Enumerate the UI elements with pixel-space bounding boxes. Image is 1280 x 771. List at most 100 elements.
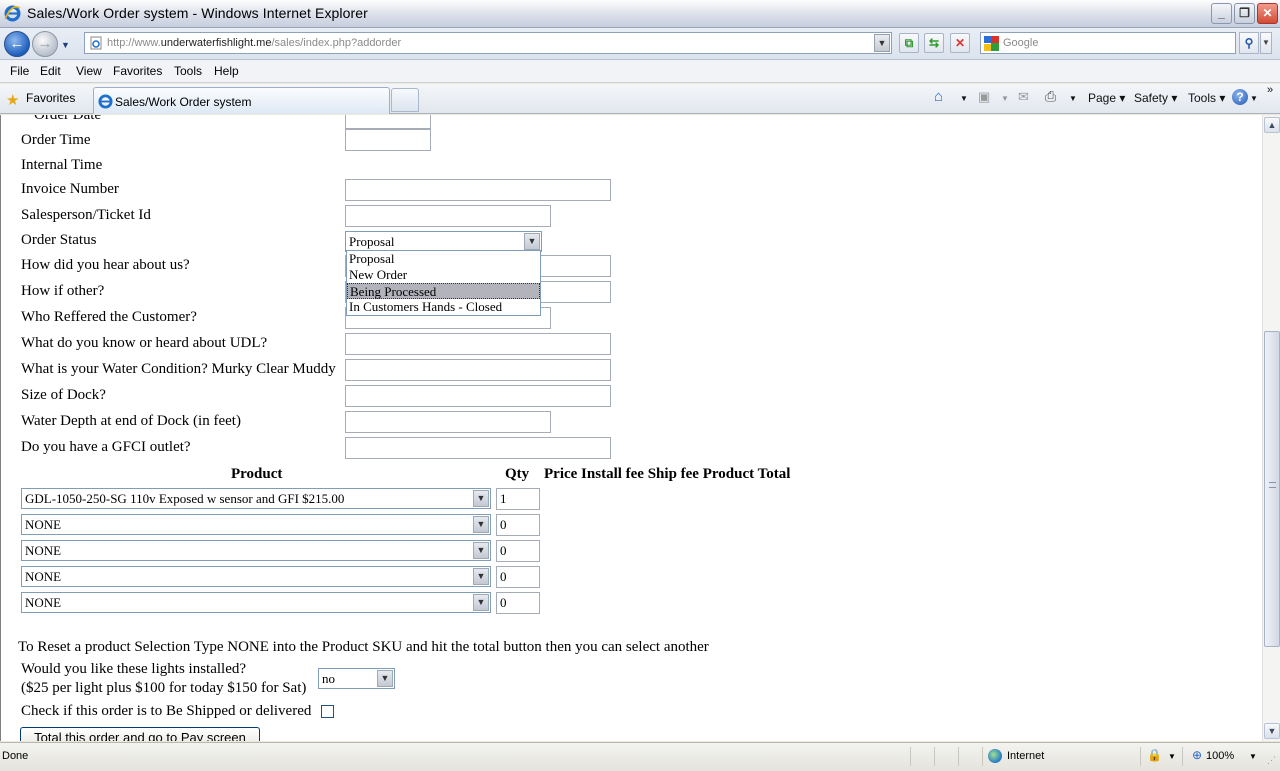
tab-ie-icon — [98, 94, 113, 109]
qty-input-1[interactable]: 1 — [496, 488, 540, 510]
home-dropdown[interactable]: ▼ — [960, 94, 968, 103]
salesperson-input[interactable] — [345, 205, 551, 227]
order-time-input[interactable] — [345, 129, 431, 151]
status-text: Done — [2, 750, 29, 762]
install-select[interactable]: no ▼ — [318, 668, 395, 689]
order-status-option[interactable]: In Customers Hands - Closed — [347, 299, 540, 315]
magnifier-icon: ⚲ — [1244, 36, 1254, 50]
status-bar: Done Internet 🔒 ▼ ⊕ 100% ▼ ⋰ — [0, 742, 1280, 771]
scrollbar-thumb[interactable] — [1264, 331, 1280, 647]
resize-grip-icon[interactable]: ⋰ — [1267, 755, 1276, 766]
qty-input-5[interactable]: 0 — [496, 592, 540, 614]
order-status-option[interactable]: New Order — [347, 267, 540, 283]
favorites-button[interactable]: Favorites — [26, 91, 75, 105]
protected-mode-dropdown[interactable]: ▼ — [1168, 752, 1176, 761]
page-content: Order Date Order Time Internal Time Invo… — [0, 115, 1262, 741]
order-status-select[interactable]: Proposal ▼ — [345, 231, 542, 252]
menu-favorites[interactable]: Favorites — [113, 64, 162, 78]
order-status-option[interactable]: Proposal — [347, 251, 540, 267]
menu-tools[interactable]: Tools — [174, 64, 202, 78]
zoom-dropdown[interactable]: ▼ — [1249, 752, 1257, 761]
print-icon[interactable]: ⎙ — [1045, 88, 1056, 105]
install-question: Would you like these lights installed? — [21, 661, 247, 677]
chevron-down-icon[interactable]: ▼ — [473, 594, 489, 611]
order-status-option-highlighted[interactable]: Being Processed — [347, 283, 540, 299]
product-value: NONE — [25, 595, 62, 610]
order-date-input[interactable] — [345, 115, 431, 129]
scroll-up-arrow-icon[interactable]: ▲ — [1264, 117, 1280, 133]
security-zone[interactable]: Internet — [1007, 750, 1044, 762]
know-about-udl-input[interactable] — [345, 333, 611, 355]
protected-mode-lock-icon[interactable]: 🔒 — [1147, 748, 1162, 762]
product-select-3[interactable]: NONE ▼ — [21, 540, 491, 561]
close-window-button[interactable]: ✕ — [1257, 3, 1278, 24]
safety-menu[interactable]: Safety ▾ — [1134, 91, 1177, 105]
help-icon[interactable]: ? — [1232, 89, 1248, 105]
water-condition-input[interactable] — [345, 359, 611, 381]
product-select-2[interactable]: NONE ▼ — [21, 514, 491, 535]
product-select-5[interactable]: NONE ▼ — [21, 592, 491, 613]
refresh-button[interactable]: ⇆ — [924, 33, 944, 53]
header-price-fees-total: Price Install fee Ship fee Product Total — [544, 466, 791, 482]
label-invoice-number: Invoice Number — [21, 181, 119, 197]
print-dropdown[interactable]: ▼ — [1069, 94, 1077, 103]
label-know-about-udl: What do you know or heard about UDL? — [21, 335, 268, 351]
chevron-down-icon[interactable]: ▼ — [473, 542, 489, 559]
feeds-icon[interactable]: ▣ — [978, 89, 990, 105]
water-depth-input[interactable] — [345, 411, 551, 433]
tools-menu[interactable]: Tools ▾ — [1188, 91, 1225, 105]
total-order-button[interactable]: Total this order and go to Pay screen — [20, 727, 260, 741]
address-url[interactable]: http://www.underwaterfishlight.me/sales/… — [107, 37, 401, 49]
read-mail-icon[interactable]: ✉ — [1018, 89, 1029, 105]
menu-edit[interactable]: Edit — [40, 64, 61, 78]
scroll-down-arrow-icon[interactable]: ▼ — [1264, 723, 1280, 739]
chevron-down-icon[interactable]: ▼ — [524, 233, 540, 250]
zoom-level[interactable]: 100% — [1206, 750, 1234, 762]
address-dropdown-button[interactable]: ▼ — [874, 34, 890, 52]
product-select-1[interactable]: GDL-1050-250-SG 110v Exposed w sensor an… — [21, 488, 491, 509]
address-bar[interactable]: http://www.underwaterfishlight.me/sales/… — [84, 32, 892, 54]
chevron-down-icon[interactable]: ▼ — [473, 516, 489, 533]
search-button[interactable]: ⚲ — [1239, 32, 1259, 54]
stop-button[interactable]: ✕ — [950, 33, 970, 53]
gfci-outlet-input[interactable] — [345, 437, 611, 459]
url-prefix: http://www. — [107, 37, 161, 49]
product-select-4[interactable]: NONE ▼ — [21, 566, 491, 587]
back-button[interactable]: ← — [4, 31, 30, 57]
ship-checkbox[interactable] — [321, 705, 334, 718]
menu-file[interactable]: File — [10, 64, 29, 78]
search-box[interactable]: Google — [980, 32, 1236, 54]
help-dropdown[interactable]: ▼ — [1250, 94, 1258, 103]
qty-input-4[interactable]: 0 — [496, 566, 540, 588]
more-commands-chevron-icon[interactable]: » — [1267, 84, 1273, 96]
new-tab-button[interactable] — [391, 88, 419, 112]
page-menu-label: Page — [1088, 91, 1117, 105]
vertical-scrollbar[interactable]: ▲ ▼ — [1262, 115, 1280, 741]
url-path: /sales/index.php?addorder — [271, 37, 402, 49]
qty-input-3[interactable]: 0 — [496, 540, 540, 562]
label-internal-time: Internal Time — [21, 157, 103, 173]
internet-zone-globe-icon — [988, 749, 1002, 763]
grip-icon — [1269, 482, 1276, 488]
page-menu[interactable]: Page ▾ — [1088, 91, 1125, 105]
compatibility-view-button[interactable]: ⧉ — [899, 33, 919, 53]
chevron-down-icon[interactable]: ▼ — [473, 568, 489, 585]
restore-button[interactable]: ❐ — [1234, 3, 1255, 24]
page-icon — [90, 36, 102, 50]
minimize-button[interactable]: _ — [1211, 3, 1232, 24]
menu-view[interactable]: View — [76, 64, 102, 78]
ie-logo-icon — [4, 5, 21, 22]
invoice-number-input[interactable] — [345, 179, 611, 201]
tab-sales-work-order[interactable]: Sales/Work Order system — [93, 87, 390, 114]
forward-button[interactable]: → — [32, 31, 58, 57]
product-value: NONE — [25, 569, 62, 584]
recent-pages-dropdown[interactable]: ▼ — [61, 40, 70, 50]
divider — [934, 747, 935, 766]
chevron-down-icon[interactable]: ▼ — [473, 490, 489, 507]
home-icon[interactable]: ⌂ — [934, 88, 943, 105]
menu-help[interactable]: Help — [214, 64, 239, 78]
dock-size-input[interactable] — [345, 385, 611, 407]
chevron-down-icon[interactable]: ▼ — [377, 670, 393, 687]
qty-input-2[interactable]: 0 — [496, 514, 540, 536]
search-options-dropdown[interactable]: ▼ — [1260, 32, 1272, 54]
